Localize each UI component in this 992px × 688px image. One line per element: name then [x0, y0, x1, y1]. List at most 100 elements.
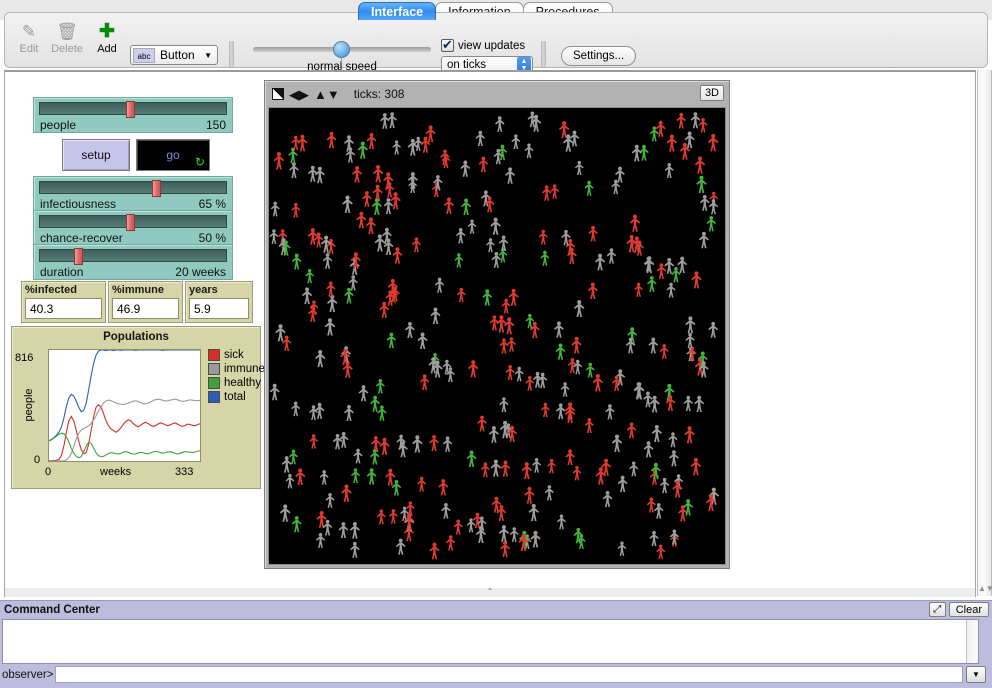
turtle-person [504, 317, 515, 335]
interface-horizontal-scrollbar[interactable]: ⌃ [4, 588, 976, 597]
command-input[interactable] [55, 666, 963, 683]
turtle-person [664, 163, 674, 178]
turtle-person [626, 422, 637, 439]
setup-button-label: setup [81, 148, 111, 162]
slider-infectiousness-thumb[interactable] [152, 180, 162, 197]
turtle-person [374, 234, 386, 252]
view-updates-row[interactable]: view updates [441, 37, 533, 53]
agent-type-dropdown[interactable]: ▼ [966, 666, 986, 683]
turtle-person [434, 277, 445, 293]
plot-y-axis-label: people [23, 388, 35, 422]
view-updates-checkbox[interactable] [441, 37, 454, 53]
turtle-person [643, 391, 653, 408]
turtle-person [655, 120, 666, 137]
turtle-person [690, 112, 701, 129]
go-button[interactable]: go ↻ [136, 139, 210, 171]
turtle-person [669, 450, 679, 467]
turtle-person [326, 281, 336, 297]
speed-slider-thumb[interactable] [333, 41, 350, 58]
turtle-person [279, 504, 291, 522]
turtle-person [454, 253, 464, 268]
turtle-person [417, 332, 428, 349]
turtle-person [574, 300, 585, 318]
turtle-person [332, 433, 343, 450]
turtle-person [351, 468, 361, 484]
widget-type-dropdown[interactable]: abc Button ▼ [130, 45, 218, 65]
horizontal-arrows-icon[interactable]: ◀▶ [289, 88, 309, 101]
edit-button[interactable]: ✎ Edit [9, 21, 49, 55]
setup-button[interactable]: setup [62, 139, 130, 171]
slider-people[interactable]: people 150 [33, 97, 233, 133]
monitor-immune[interactable]: %immune 46.9 [108, 281, 183, 323]
delete-button[interactable]: 🗑 Delete [47, 21, 87, 55]
turtle-person [477, 415, 487, 432]
turtle-person [466, 450, 477, 467]
slider-infectiousness-track[interactable] [39, 180, 227, 197]
scroll-arrows-icon[interactable]: ▲▼ [978, 582, 992, 596]
turtle-person [357, 141, 368, 159]
command-center-output[interactable] [2, 619, 979, 664]
turtle-person [525, 313, 535, 329]
turtle-person [486, 238, 495, 253]
slider-duration-thumb[interactable] [73, 248, 83, 265]
view-3d-button[interactable]: 3D [699, 85, 724, 101]
slider-chance-recover-thumb[interactable] [126, 214, 136, 231]
command-output-scrollbar[interactable] [966, 620, 978, 663]
turtle-person [648, 337, 659, 354]
vertical-arrows-icon[interactable]: ▲▼ [314, 88, 340, 101]
turtle-person [315, 350, 326, 368]
add-button[interactable]: ✚ Add [87, 21, 127, 55]
slider-chance-recover[interactable]: chance-recover 50 % [33, 210, 233, 246]
speed-slider-track[interactable] [253, 41, 431, 63]
fill-toggle-icon[interactable] [272, 88, 284, 100]
chevron-down-icon: ▼ [204, 50, 212, 60]
clear-button[interactable]: Clear [948, 602, 989, 617]
slider-duration-track[interactable] [39, 248, 227, 265]
interface-canvas: people 150 setup go ↻ infectiousness 65 … [4, 70, 976, 596]
turtle-person [352, 166, 363, 183]
slider-duration[interactable]: duration 20 weeks [33, 244, 233, 280]
abc-icon: abc [133, 47, 155, 63]
slider-infectiousness-label: infectiousness [40, 197, 117, 211]
edit-label: Edit [19, 43, 39, 55]
populations-plot[interactable]: Populations 816 0 people 0 weeks 333 sic… [11, 326, 265, 489]
monitor-years[interactable]: years 5.9 [185, 281, 253, 323]
slider-chance-recover-track[interactable] [39, 214, 227, 231]
turtle-person [391, 479, 402, 496]
tab-interface[interactable]: Interface [358, 2, 437, 20]
legend-item-total: total [208, 391, 265, 403]
turtle-person [530, 531, 541, 548]
slider-people-thumb[interactable] [126, 101, 136, 118]
monitor-infected[interactable]: %infected 40.3 [21, 281, 106, 323]
command-center-prompt-row: observer> ▼ [2, 666, 990, 683]
legend-swatch-healthy [208, 377, 220, 389]
world-view-header: ◀▶ ▲▼ ticks: 308 3D [265, 81, 729, 107]
expand-icon[interactable]: ⤢ [928, 602, 946, 617]
turtle-person [592, 374, 604, 392]
interface-vertical-scrollbar[interactable]: ▲▼ [977, 70, 992, 596]
turtle-person [528, 503, 540, 522]
turtle-person [385, 468, 396, 486]
speed-slider[interactable]: normal speed [253, 41, 431, 73]
turtle-person [547, 458, 556, 474]
view-updates-label: view updates [458, 39, 526, 52]
turtle-person [408, 178, 418, 194]
turtle-person [338, 431, 349, 448]
settings-button[interactable]: Settings... [561, 46, 637, 66]
slider-duration-value: 20 weeks [175, 265, 226, 279]
slider-people-track[interactable] [39, 101, 227, 118]
turtle-person [288, 147, 298, 164]
turtle-person [387, 112, 397, 129]
legend-label-sick: sick [224, 349, 244, 361]
monitor-infected-title: %infected [25, 284, 77, 296]
slider-infectiousness[interactable]: infectiousness 65 % [33, 176, 233, 212]
turtle-person [555, 343, 566, 360]
turtle-person [684, 426, 695, 444]
slider-duration-label: duration [40, 265, 84, 279]
turtle-person [574, 160, 584, 176]
turtle-person [395, 538, 406, 555]
turtle-person [585, 362, 595, 378]
world-canvas[interactable] [268, 107, 726, 565]
turtle-person [342, 195, 353, 213]
turtle-person [372, 165, 384, 183]
